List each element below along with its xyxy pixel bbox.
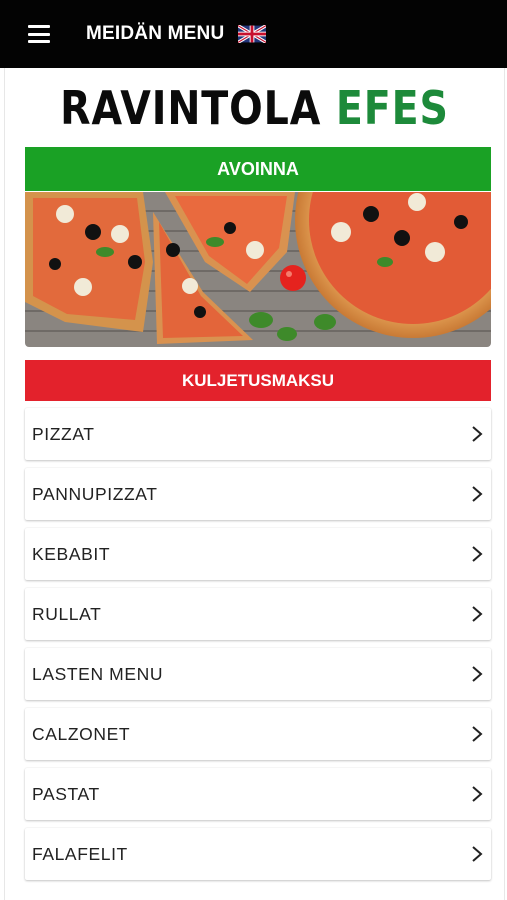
chevron-right-icon [472, 726, 483, 742]
chevron-right-icon [472, 606, 483, 622]
menu-item-label: KEBABIT [32, 543, 111, 564]
top-app-bar: MEIDÄN MENU [0, 0, 507, 68]
brand-name-part2: EFES [335, 81, 449, 135]
menu-item-label: FALAFELIT [32, 843, 128, 864]
chevron-right-icon [472, 786, 483, 802]
chevron-right-icon [472, 486, 483, 502]
menu-item-calzonet[interactable]: CALZONET [25, 708, 491, 760]
menu-item-label: RULLAT [32, 603, 102, 624]
hamburger-icon[interactable] [28, 25, 50, 43]
menu-item-label: CALZONET [32, 723, 131, 744]
menu-item-kebabit[interactable]: KEBABIT [25, 528, 491, 580]
menu-item-label: LASTEN MENU [32, 663, 164, 684]
chevron-right-icon [472, 426, 483, 442]
menu-item-label: PANNUPIZZAT [32, 483, 158, 504]
main-content: RAVINTOLA EFES AVOINNA KULJETUSMAKSU PIZ… [4, 68, 505, 900]
menu-item-falafelit[interactable]: FALAFELIT [25, 828, 491, 880]
delivery-fee-button[interactable]: KULJETUSMAKSU [25, 360, 491, 401]
menu-item-pastat[interactable]: PASTAT [25, 768, 491, 820]
menu-item-pannupizzat[interactable]: PANNUPIZZAT [25, 468, 491, 520]
menu-category-list: PIZZAT PANNUPIZZAT KEBABIT RULLAT LASTEN… [25, 408, 491, 888]
pizza-photo [25, 192, 491, 347]
menu-item-lasten-menu[interactable]: LASTEN MENU [25, 648, 491, 700]
menu-item-rullat[interactable]: RULLAT [25, 588, 491, 640]
brand-name-part1: RAVINTOLA [60, 81, 322, 135]
menu-item-label: PIZZAT [32, 423, 95, 444]
chevron-right-icon [472, 846, 483, 862]
open-status-banner: AVOINNA [25, 147, 491, 191]
chevron-right-icon [472, 666, 483, 682]
chevron-right-icon [472, 546, 483, 562]
menu-item-pizzat[interactable]: PIZZAT [25, 408, 491, 460]
restaurant-logo: RAVINTOLA EFES [40, 80, 469, 136]
uk-flag-icon[interactable] [238, 25, 267, 43]
menu-item-label: PASTAT [32, 783, 100, 804]
page-title: MEIDÄN MENU [86, 23, 225, 44]
